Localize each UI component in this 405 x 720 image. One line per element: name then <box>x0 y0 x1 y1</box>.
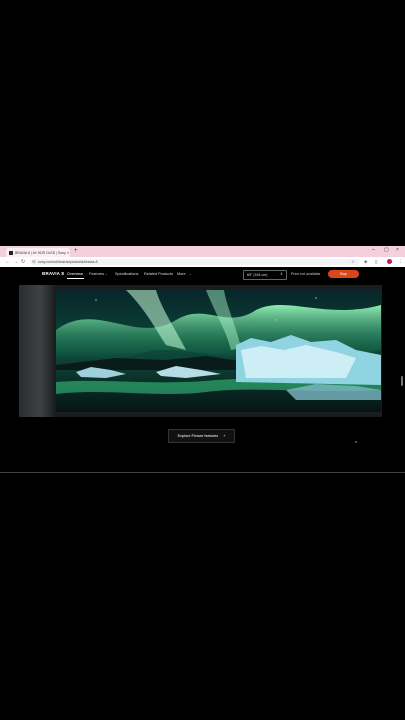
hero-image <box>19 285 382 417</box>
maximize-icon[interactable]: ▢ <box>384 247 389 253</box>
price-text: Price not available <box>291 271 321 276</box>
tv-side-bezel <box>19 285 54 417</box>
extensions-icon[interactable]: ◈ <box>364 259 367 265</box>
menu-dots-icon[interactable]: ⋮ <box>398 259 403 265</box>
chevron-up-icon[interactable]: ^ <box>355 441 357 447</box>
nav-more[interactable]: More <box>177 272 186 276</box>
product-nav-bar: BRAVIA 8 Overview Features ⌄ Specificati… <box>0 267 405 281</box>
size-select-value: 65" (164 cm) <box>247 272 268 277</box>
site-info-icon[interactable]: ⊙ <box>32 259 36 265</box>
close-window-icon[interactable]: × <box>396 247 399 253</box>
new-tab-button[interactable]: + <box>74 248 78 255</box>
sidepanel-icon[interactable]: ▯ <box>375 259 377 265</box>
minimize-icon[interactable]: – <box>372 247 375 253</box>
size-select[interactable]: 65" (164 cm) ⇕ <box>243 270 287 280</box>
browser-window: BRAVIA 8 | 4K HDR OLED | Sony × + – ▢ × … <box>0 246 405 474</box>
active-nav-indicator <box>67 278 84 279</box>
page-content: Explore Picture features + ^ <box>0 281 405 474</box>
more-chevron-down-icon[interactable]: ⌄ <box>189 272 192 276</box>
window-bottom-divider <box>0 472 405 473</box>
tab-title: BRAVIA 8 | 4K HDR OLED | Sony <box>15 250 66 255</box>
tab-close-icon[interactable]: × <box>67 250 69 255</box>
bookmark-star-icon[interactable]: ☆ <box>351 259 355 265</box>
browser-tab[interactable]: BRAVIA 8 | 4K HDR OLED | Sony × <box>6 248 70 257</box>
tab-strip: BRAVIA 8 | 4K HDR OLED | Sony × + – ▢ × <box>0 246 405 257</box>
url-field[interactable]: ⊙ sony.com/uk/bravia/products/bravia-8 <box>30 259 360 265</box>
explore-picture-features-button[interactable]: Explore Picture features + <box>168 429 235 443</box>
forward-icon[interactable]: → <box>13 258 18 266</box>
nav-related-products[interactable]: Related Products <box>144 272 173 276</box>
buy-button[interactable]: Buy <box>328 270 359 278</box>
sony-favicon-icon <box>9 250 13 255</box>
features-chevron-down-icon[interactable]: ⌄ <box>105 272 108 276</box>
scrollbar-thumb[interactable] <box>401 376 403 386</box>
bravia-logo[interactable]: BRAVIA 8 <box>42 271 64 276</box>
feature-button-label: Explore Picture features <box>177 434 219 438</box>
back-icon[interactable]: ← <box>5 258 10 266</box>
aurora-landscape-image <box>56 290 381 412</box>
reload-icon[interactable]: ↻ <box>21 258 25 266</box>
url-text: sony.com/uk/bravia/products/bravia-8 <box>38 260 98 264</box>
nav-overview[interactable]: Overview <box>67 272 83 276</box>
nav-specifications[interactable]: Specifications <box>115 272 138 276</box>
select-chevron-icon: ⇕ <box>279 272 283 276</box>
plus-icon: + <box>223 434 226 438</box>
profile-avatar[interactable] <box>387 259 392 264</box>
nav-features[interactable]: Features <box>89 272 104 276</box>
